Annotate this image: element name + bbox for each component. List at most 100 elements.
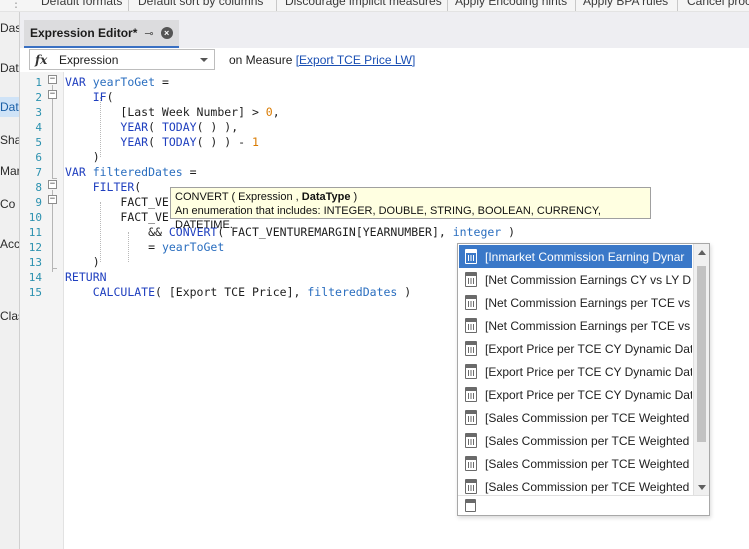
signature-paren: ) bbox=[350, 191, 358, 203]
sidebar-item-data-2[interactable]: Dat bbox=[0, 97, 19, 117]
measure-icon bbox=[465, 318, 477, 333]
scroll-thumb[interactable] bbox=[697, 266, 706, 442]
measure-icon bbox=[465, 295, 477, 310]
autocomplete-item[interactable]: [Net Commission Earnings per TCE vs bbox=[459, 291, 692, 314]
property-select[interactable]: fx Expression bbox=[29, 49, 215, 70]
autocomplete-item[interactable]: [Sales Commission per TCE Weighted bbox=[459, 429, 692, 452]
code-text: , bbox=[272, 105, 280, 119]
keyword: VAR bbox=[65, 75, 86, 89]
measure-filter-icon[interactable] bbox=[465, 499, 476, 512]
variable-name: yearToGet bbox=[92, 75, 156, 89]
autocomplete-item[interactable]: [Sales Commission per TCE Weighted bbox=[459, 406, 692, 429]
chevron-down-icon[interactable] bbox=[200, 57, 208, 62]
fold-toggle-icon[interactable]: − bbox=[48, 90, 57, 99]
line-number: 7 bbox=[35, 166, 42, 179]
autocomplete-item-label: [Inmarket Commission Earning Dynar bbox=[485, 249, 685, 264]
code-line-6: ) bbox=[65, 150, 100, 165]
autocomplete-item[interactable]: [Inmarket Commission Earning Dynar bbox=[459, 245, 692, 268]
sidebar-item-dashboard[interactable]: Das bbox=[0, 18, 19, 38]
function-signature: CONVERT ( Expression , DataType ) bbox=[175, 190, 646, 204]
operator: = bbox=[148, 240, 162, 254]
sidebar-item-markers[interactable]: Mar bbox=[0, 161, 19, 181]
measure-link[interactable]: [Export TCE Price LW] bbox=[296, 53, 416, 67]
variable-name: filteredDates bbox=[307, 285, 398, 299]
line-number: 8 bbox=[35, 181, 42, 194]
sidebar-item-data-1[interactable]: Dat bbox=[0, 58, 19, 78]
autocomplete-item[interactable]: [Export Price per TCE CY Dynamic Dat bbox=[459, 337, 692, 360]
line-number: 11 bbox=[28, 226, 42, 239]
function-name: TODAY bbox=[161, 135, 197, 149]
discourage-implicit-measures-button[interactable]: Discourage implicit measures bbox=[285, 0, 442, 8]
autocomplete-item-label: [Sales Commission per TCE Weighted bbox=[485, 456, 690, 471]
default-sort-button[interactable]: Default sort by columns bbox=[138, 0, 263, 8]
autocomplete-scrollbar[interactable] bbox=[693, 244, 709, 496]
toolbar-grip-icon: ⋮ bbox=[10, 0, 22, 10]
code-text: [Last Week Number] > bbox=[120, 105, 266, 119]
function-name: FILTER bbox=[92, 180, 135, 194]
line-number: 9 bbox=[35, 196, 42, 209]
close-icon[interactable]: × bbox=[160, 27, 173, 39]
code-line-1: VAR yearToGet = bbox=[65, 75, 169, 90]
autocomplete-list[interactable]: [Inmarket Commission Earning Dynar [Net C… bbox=[457, 243, 710, 516]
document-tab-strip: Expression Editor* ⊸ × bbox=[20, 12, 749, 48]
autocomplete-item[interactable]: [Net Commission Earnings CY vs LY D bbox=[459, 268, 692, 291]
measure-icon bbox=[465, 364, 477, 379]
measure-icon bbox=[465, 341, 477, 356]
measure-icon bbox=[465, 249, 477, 264]
line-number: 4 bbox=[35, 121, 42, 134]
toolbar-separator bbox=[575, 0, 576, 11]
operator: = bbox=[182, 165, 197, 179]
measure-icon bbox=[465, 387, 477, 402]
apply-encoding-hints-button[interactable]: Apply Encoding hints bbox=[455, 0, 567, 8]
autocomplete-item-label: [Sales Commission per TCE Weighted bbox=[485, 433, 690, 448]
code-line-2: IF( bbox=[92, 90, 114, 104]
sidebar-item-access[interactable]: Acc bbox=[0, 234, 19, 254]
pin-icon[interactable]: ⊸ bbox=[144, 27, 153, 40]
function-name: YEAR bbox=[120, 135, 149, 149]
autocomplete-item[interactable]: [Net Commission Earnings per TCE vs bbox=[459, 314, 692, 337]
keyword: RETURN bbox=[65, 270, 107, 284]
apply-bpa-rules-button[interactable]: Apply BPA rules bbox=[583, 0, 668, 8]
operator: && bbox=[148, 225, 169, 239]
autocomplete-item-label: [Export Price per TCE CY Dynamic Dat bbox=[485, 387, 692, 402]
code-text: ) bbox=[92, 255, 100, 269]
scroll-down-icon[interactable] bbox=[698, 485, 706, 490]
autocomplete-item-label: [Export Price per TCE CY Dynamic Dat bbox=[485, 364, 692, 379]
code-line-13: ) bbox=[65, 255, 100, 270]
fold-toggle-icon[interactable]: − bbox=[48, 75, 57, 84]
line-number: 14 bbox=[28, 271, 42, 284]
code-line-12: = yearToGet bbox=[65, 240, 224, 255]
scroll-up-icon[interactable] bbox=[698, 250, 706, 255]
code-text: ( ) ), bbox=[196, 120, 239, 134]
line-number: 3 bbox=[35, 106, 42, 119]
fold-toggle-icon[interactable]: − bbox=[48, 180, 57, 189]
cancel-process-button[interactable]: Cancel proc bbox=[687, 0, 749, 8]
autocomplete-item[interactable]: [Export Price per TCE CY Dynamic Dat bbox=[459, 360, 692, 383]
autocomplete-item-label: [Net Commission Earnings CY vs LY D bbox=[485, 272, 692, 287]
sidebar-item-classes[interactable]: Clas bbox=[0, 306, 19, 326]
line-number: 1 bbox=[35, 76, 42, 89]
function-name: CALCULATE bbox=[92, 285, 156, 299]
default-formats-button[interactable]: Default formats bbox=[41, 0, 122, 8]
signature-paren: ( bbox=[228, 191, 239, 203]
line-number: 15 bbox=[28, 286, 42, 299]
line-number: 12 bbox=[28, 241, 42, 254]
operator: = bbox=[155, 75, 169, 89]
function-name: IF bbox=[92, 90, 107, 104]
sidebar-item-shared[interactable]: Sha bbox=[0, 130, 19, 150]
measure-icon bbox=[465, 272, 477, 287]
autocomplete-item[interactable]: [Export Price per TCE CY Dynamic Dat bbox=[459, 383, 692, 406]
signature-description: An enumeration that includes: INTEGER, D… bbox=[175, 205, 601, 231]
fold-toggle-icon[interactable]: − bbox=[48, 195, 57, 204]
autocomplete-item-label: [Sales Commission per TCE Weighted bbox=[485, 410, 690, 425]
autocomplete-item[interactable]: [Sales Commission per TCE Weighted bbox=[459, 452, 692, 475]
code-text: ( ) ) - bbox=[196, 135, 252, 149]
code-text: ( [Export TCE Price], bbox=[155, 285, 308, 299]
command-toolbar: ⋮ Default formats Default sort by column… bbox=[0, 0, 749, 12]
sidebar-item-columns[interactable]: Co bbox=[0, 194, 19, 214]
tab-expression-editor[interactable]: Expression Editor* ⊸ × bbox=[24, 20, 179, 48]
line-number: 6 bbox=[35, 151, 42, 164]
autocomplete-item-label: [Export Price per TCE CY Dynamic Dat bbox=[485, 341, 692, 356]
function-name: TODAY bbox=[161, 120, 197, 134]
line-number: 5 bbox=[35, 136, 42, 149]
